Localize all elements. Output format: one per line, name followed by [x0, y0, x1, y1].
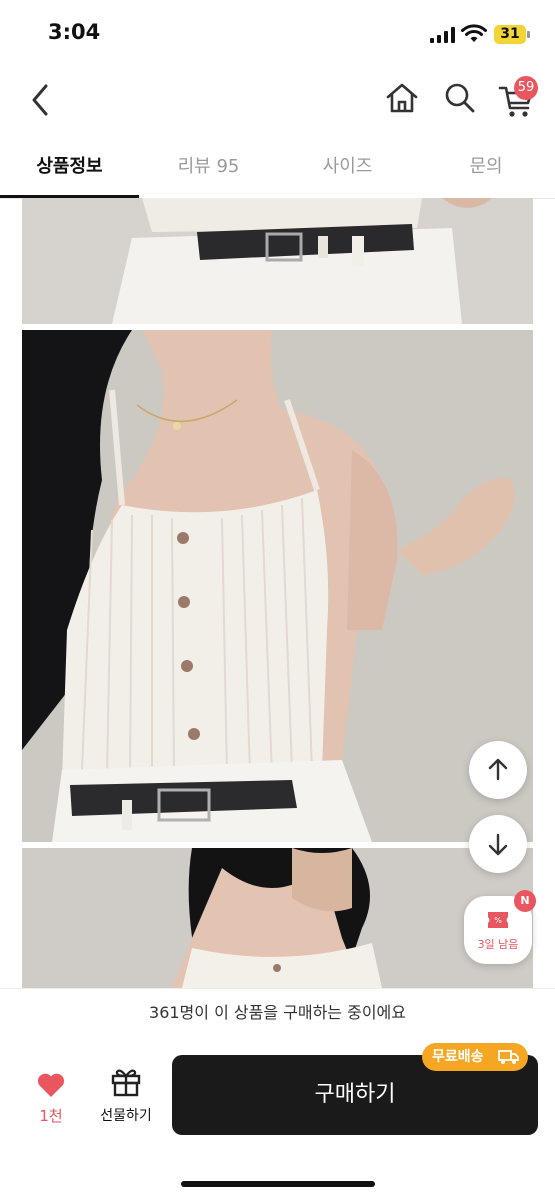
home-indicator — [181, 1181, 375, 1187]
signal-icon — [430, 27, 455, 43]
like-count: 1천 — [39, 1107, 63, 1125]
tab-product-info[interactable]: 상품정보 — [0, 152, 139, 178]
product-tabs: 상품정보 리뷰 95 사이즈 문의 — [0, 134, 555, 199]
heart-icon — [37, 1073, 65, 1097]
gift-label: 선물하기 — [100, 1108, 152, 1124]
arrow-up-icon — [488, 758, 508, 781]
product-photo-2 — [22, 330, 533, 842]
tab-inquiry[interactable]: 문의 — [417, 152, 555, 178]
wifi-icon — [461, 24, 487, 42]
purchase-activity-banner: 361명이 이 상품을 구매하는 중이에요 — [0, 988, 555, 1038]
battery-indicator: 31 — [494, 25, 526, 44]
gift-icon — [111, 1069, 141, 1097]
coupon-label: 3일 남음 — [477, 938, 519, 951]
coupon-button[interactable]: N % 3일 남음 — [464, 890, 536, 964]
gift-button[interactable]: 선물하기 — [90, 1067, 162, 1125]
scroll-up-button[interactable] — [469, 741, 527, 799]
back-arrow-icon[interactable] — [26, 80, 56, 120]
top-nav — [0, 70, 555, 130]
product-photo-3 — [22, 848, 533, 988]
coupon-new-badge: N — [514, 890, 536, 912]
svg-text:%: % — [494, 916, 502, 925]
tab-reviews[interactable]: 리뷰 95 — [139, 152, 278, 178]
home-icon[interactable] — [384, 80, 420, 116]
free-shipping-badge: 무료배송 — [422, 1043, 528, 1071]
bottom-action-bar: 1천 선물하기 구매하기 무료배송 — [0, 1037, 555, 1200]
search-icon[interactable] — [442, 80, 478, 116]
cart-count-badge: 59 — [514, 76, 538, 100]
like-button[interactable]: 1천 — [22, 1071, 80, 1126]
product-photo-1 — [22, 198, 533, 324]
coupon-ticket-icon: % — [488, 912, 508, 928]
truck-icon — [498, 1050, 519, 1064]
tab-size[interactable]: 사이즈 — [278, 152, 417, 178]
arrow-down-icon — [488, 833, 508, 856]
battery-tip — [527, 31, 530, 38]
free-shipping-label: 무료배송 — [432, 1049, 484, 1065]
status-bar: 3:04 31 — [0, 0, 555, 68]
status-time: 3:04 — [48, 20, 101, 44]
scroll-down-button[interactable] — [469, 815, 527, 873]
